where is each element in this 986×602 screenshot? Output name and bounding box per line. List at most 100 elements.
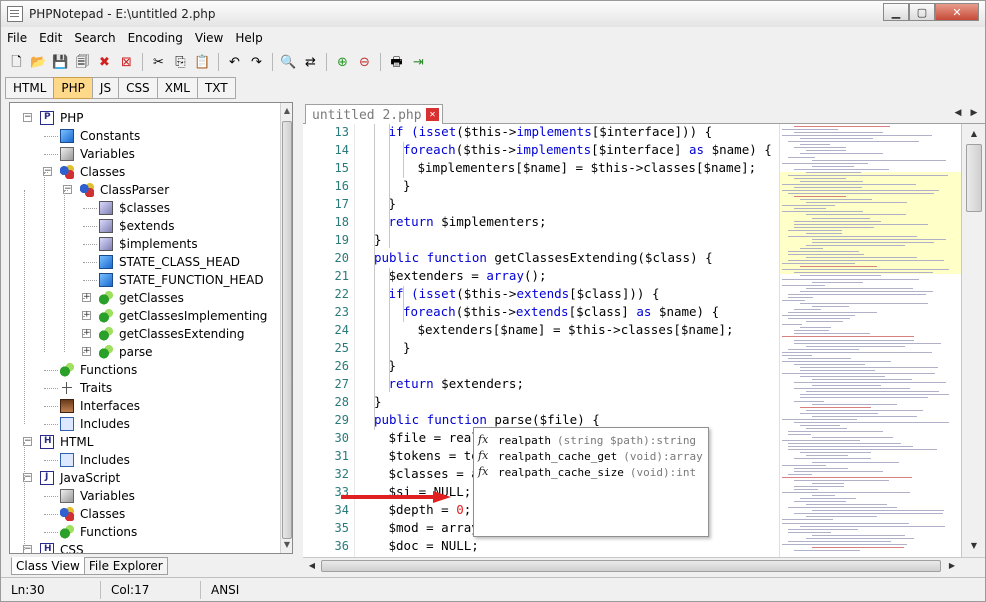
line-number: 29 (334, 413, 349, 427)
minimap-line (782, 183, 917, 185)
tree-node-constants[interactable]: Constants (60, 127, 140, 145)
zoom-out-icon: ⊖ (359, 54, 370, 70)
code-line: foreach($this->extends[$class] as $name)… (403, 303, 719, 321)
tab-lang-js[interactable]: JS (91, 77, 120, 99)
open-file-button[interactable]: 📂 (29, 53, 48, 72)
editor-hscroll-thumb[interactable] (321, 560, 941, 572)
maximize-button[interactable]: ▢ (909, 3, 935, 21)
minimap-line (812, 165, 855, 167)
tree-node-parse[interactable]: parse (99, 343, 153, 361)
menu-edit[interactable]: Edit (33, 29, 68, 49)
tree-node-functions[interactable]: Functions (60, 361, 137, 379)
print-button[interactable]: 🖶 (387, 53, 406, 72)
tree-node-classes[interactable]: Classes (60, 505, 125, 523)
scroll-right-icon[interactable]: ▶ (944, 558, 960, 574)
exit-button[interactable]: ⇥ (409, 53, 428, 72)
code-text: $implementers; (433, 214, 547, 229)
tree-node-includes[interactable]: Includes (60, 415, 130, 433)
scroll-left-icon[interactable]: ◀ (304, 558, 320, 574)
undo-button[interactable]: ↶ (225, 53, 244, 72)
tree-node-classparser[interactable]: ClassParser (80, 181, 169, 199)
tab-class-view[interactable]: Class View (11, 557, 85, 575)
tab-lang-txt[interactable]: TXT (196, 77, 236, 99)
minimap-line (800, 290, 934, 292)
tree-scrollbar[interactable]: ▲ ▼ (280, 103, 292, 553)
tree-node-classes[interactable]: Classes (60, 163, 125, 181)
menu-file[interactable]: File (1, 29, 33, 49)
minimize-button[interactable]: ▁ (883, 3, 909, 21)
tree-node-label: Classes (80, 165, 126, 179)
indent-guide (388, 268, 390, 392)
autocomplete-item[interactable]: fx realpath (string $path):string (478, 432, 696, 448)
line-number: 19 (334, 233, 349, 247)
line-number: 18 (334, 215, 349, 229)
title-bar[interactable]: PHPNotepad - E:\untitled 2.php ▁ ▢ ✕ (1, 1, 985, 27)
tree-scroll-thumb[interactable] (282, 121, 292, 539)
save-all-button[interactable]: 🗐 (73, 53, 92, 72)
find-button[interactable]: 🔍 (279, 53, 298, 72)
minimap-line (782, 373, 936, 375)
tree-node-variables[interactable]: Variables (60, 487, 135, 505)
autocomplete-item[interactable]: fx realpath_cache_get (void):array (478, 448, 703, 464)
tree-node-javascript[interactable]: JavaScript (40, 469, 120, 487)
exit-icon: ⇥ (413, 54, 424, 70)
tree-node-getclassesextending[interactable]: getClassesExtending (99, 325, 244, 343)
tab-lang-css[interactable]: CSS (118, 77, 158, 99)
paste-button[interactable]: 📋 (193, 53, 212, 72)
zoom-out-button[interactable]: ⊖ (355, 53, 374, 72)
tab-scroll-left-icon[interactable]: ◀ (951, 106, 965, 120)
code-minimap[interactable] (779, 124, 961, 557)
save-button[interactable]: 💾 (51, 53, 70, 72)
close-button[interactable]: ✖ (95, 53, 114, 72)
menu-search[interactable]: Search (68, 29, 121, 49)
minimap-line (806, 516, 878, 518)
tab-scroll-right-icon[interactable]: ▶ (967, 106, 981, 120)
tree-node-variables[interactable]: Variables (60, 145, 135, 163)
tab-lang-xml[interactable]: XML (156, 77, 198, 99)
func-icon (99, 327, 113, 341)
tree-node-includes[interactable]: Includes (60, 451, 130, 469)
tab-untitled-2[interactable]: untitled 2.php ✕ (305, 104, 443, 125)
panel-splitter[interactable] (294, 102, 300, 574)
new-file-button[interactable]: 🗋 (7, 53, 26, 72)
autocomplete-item[interactable]: fx realpath_cache_size (void):int (478, 464, 696, 480)
scroll-up-icon[interactable]: ▲ (966, 126, 982, 142)
menu-view[interactable]: View (189, 29, 229, 49)
tree-node-traits[interactable]: Traits (60, 379, 112, 397)
minimap-line (800, 370, 875, 371)
editor-vscroll-thumb[interactable] (966, 144, 982, 212)
tab-file-explorer[interactable]: File Explorer (83, 557, 168, 575)
editor-vertical-scrollbar[interactable]: ▲ ▼ (961, 124, 985, 557)
menu-help[interactable]: Help (229, 29, 268, 49)
tab-lang-php[interactable]: PHP (53, 77, 93, 99)
tree-node-html[interactable]: HTML (40, 433, 93, 451)
tab-lang-html[interactable]: HTML (5, 77, 55, 99)
tree-node-php[interactable]: PHP (40, 109, 84, 127)
redo-button[interactable]: ↷ (247, 53, 266, 72)
tree-node-state-function-head[interactable]: STATE_FUNCTION_HEAD (99, 271, 264, 289)
zoom-in-button[interactable]: ⊕ (333, 53, 352, 72)
collapse-icon[interactable]: − (23, 113, 32, 122)
status-bar: Ln:30 Col:17 ANSI (1, 577, 985, 601)
menu-encoding[interactable]: Encoding (122, 29, 189, 49)
tree-node-getclassesimplementing[interactable]: getClassesImplementing (99, 307, 267, 325)
cut-button[interactable]: ✂ (149, 53, 168, 72)
tree-node--implements[interactable]: $implements (99, 235, 198, 253)
scroll-down-icon[interactable]: ▼ (966, 538, 982, 554)
tree-node-state-class-head[interactable]: STATE_CLASS_HEAD (99, 253, 240, 271)
tree-node--classes[interactable]: $classes (99, 199, 170, 217)
tree-node-interfaces[interactable]: Interfaces (60, 397, 140, 415)
replace-button[interactable]: ⇄ (301, 53, 320, 72)
tree-node--extends[interactable]: $extends (99, 217, 174, 235)
tree-node-getclasses[interactable]: getClasses (99, 289, 184, 307)
close-all-button[interactable]: ⊠ (117, 53, 136, 72)
copy-button[interactable]: ⎘ (171, 53, 190, 72)
editor-horizontal-scrollbar[interactable]: ◀ ▶ (303, 557, 985, 574)
scroll-down-icon[interactable]: ▼ (281, 537, 292, 553)
minimap-line (806, 409, 924, 411)
tree-node-functions[interactable]: Functions (60, 523, 137, 541)
close-tab-icon[interactable]: ✕ (426, 108, 439, 121)
scroll-up-icon[interactable]: ▲ (281, 103, 292, 119)
tree-node-css[interactable]: CSS (40, 541, 84, 553)
close-window-button[interactable]: ✕ (935, 3, 979, 21)
